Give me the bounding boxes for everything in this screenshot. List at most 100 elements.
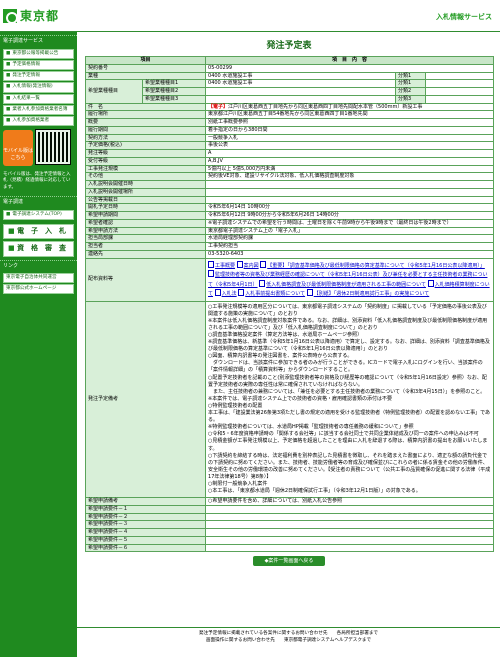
sidebar-big-button[interactable]: 資 格 審 査 <box>3 241 74 257</box>
row-label: 予定価格(税込) <box>84 141 207 151</box>
footer-line: 画面操作に関するお問い合わせ先 東京都電子調達システムヘルプデスクまで <box>205 638 372 644</box>
row-label: 入札説明会開催日時 <box>84 180 207 189</box>
sidebar-section-label: リンク <box>0 259 77 272</box>
sidebar-item[interactable]: 入札結果一覧 <box>3 93 74 104</box>
documents-cell: 工事概要 案内図 【重要】「調査基準価格及び最低制限価格の算定基準について（令和… <box>205 257 495 302</box>
row-value: 契約後VE対象、建設リサイクル法対象、低入札価格調査制度対象 <box>205 172 495 182</box>
notes-cell: ○工事発注規模等の適用区分については、東京都電子調達システムの「契約制度」に掲載… <box>205 300 495 499</box>
row-value <box>205 504 495 514</box>
tokyo-emblem-icon <box>3 9 18 25</box>
note-line: ダウンロードは、当該案件に参加できる者のみが行うことができる。ICカードで電子入… <box>208 360 483 374</box>
row-value <box>205 512 495 522</box>
document-link[interactable]: 【別紙】「週休2日制適用試行工事」の実施について <box>307 291 430 297</box>
application-notes: ○希望申請要件を含め、詳細については、別紙入札公告参照 <box>205 497 495 506</box>
sidebar-item[interactable]: 予定価格情報 <box>3 59 74 71</box>
sidebar-item[interactable]: 発注予定情報 <box>3 71 74 82</box>
document-link[interactable]: 低入札価格調査及び最低制限価格制度が適用される工事の範囲について <box>259 282 426 288</box>
mobile-note: モバイル版は、発注予定情報と入札（見積）経過情報に対応しています。 <box>3 172 71 190</box>
tokyo-logo[interactable]: 東京都 <box>3 8 60 25</box>
row-label: 発注予定備考 <box>84 300 207 499</box>
note-line: 本工事は、「建設業法第26条第3項ただし書の規定の適用を受ける監理技術者（特例監… <box>208 410 491 424</box>
row-value: 令和5年6月14日 10時00分 <box>205 203 495 213</box>
row-label: 希望業種種目2 <box>141 87 207 96</box>
row-label: 発注等級 <box>84 149 207 158</box>
row-label: 担当者 <box>84 242 207 251</box>
row-value: 工事契約担当 <box>205 242 495 251</box>
document-link[interactable]: 工事概要 <box>208 263 235 269</box>
document-link[interactable]: 案内図 <box>237 263 259 269</box>
bunrui-value <box>425 87 495 96</box>
sidebar-item[interactable]: 電子調達システム(TOP) <box>3 209 74 220</box>
bunrui-label: 分類2 <box>395 87 427 96</box>
note-line: ○見積金額が工事発注規模以上、予定価格を超過したことを理由に入札を辞退する際は、… <box>208 438 488 452</box>
sidebar-link[interactable]: 東京都公式ホームページ <box>3 283 74 294</box>
sidebar: 電子調達サービス 東京都公報等掲載公告予定価格情報発注予定情報入札情報(発注情報… <box>0 32 77 657</box>
qr-code-icon <box>35 129 71 166</box>
mobile-button[interactable]: モバイル版はこちら <box>3 130 33 167</box>
row-label: 概要 <box>84 118 207 127</box>
row-value: 東京都電子調達システム上の「電子入札」 <box>205 226 495 236</box>
note-line: ○配置予定技術者を記載のこと(別添監理技術者等の資格及び経歴等の確認について（令… <box>208 374 487 388</box>
project-name: 【電子】江戸川区東葛西五丁目地先から同区東葛西四丁目地先間配水本管（500mm）… <box>205 102 495 112</box>
detail-table: 項目項 目 内 容 契約番号 05-00299 業種 0400 水道施設工事 分類1 … <box>84 56 495 553</box>
sidebar-item[interactable]: 入札参加資格業者 <box>3 115 74 127</box>
sidebar-item[interactable]: 入札情報(発注情報) <box>3 82 74 93</box>
note-line: ※本案件では、電子調達システム上での技術者の資格・雇用確認書類の添付は不要 <box>208 395 393 402</box>
service-title: 入札情報サービス <box>436 13 492 21</box>
logo-text: 東京都 <box>20 9 60 23</box>
row-label: 入札説明会開催場所 <box>84 187 207 197</box>
row-label: 受付等級 <box>84 156 207 166</box>
note-line: また、主任技術者の兼務については、「兼任を必要とする主任技術者の業務について（令… <box>208 388 486 395</box>
sidebar-item[interactable]: 業者入札参加資格業者名簿 <box>3 104 74 115</box>
row-value: A,B,JV <box>205 156 495 166</box>
row-label: 工事発注規模 <box>84 164 207 174</box>
row-label: 希望申請要件－３ <box>84 520 207 530</box>
footer-line: 発注予定情報に掲載されている各案件に関するお問い合わせ先 各局所担当部署まで <box>198 631 379 636</box>
col-header-item: 項目 <box>84 56 207 65</box>
row-label: 開札予定日時 <box>84 203 207 213</box>
row-label: 希望申請備考 <box>84 497 207 506</box>
bunrui-value <box>425 71 495 81</box>
row-value: 東京都江戸川区東葛西五丁目54番地先から同区東葛西四丁目1番地先間 <box>205 110 495 120</box>
sidebar-menu: 東京都公報等掲載公告予定価格情報発注予定情報入札情報(発注情報)入札結果一覧業者… <box>0 47 77 128</box>
row-label: 希望申請期間 <box>84 211 207 220</box>
row-label: 連絡先 <box>84 249 207 259</box>
row-label: 希望申請方法 <box>84 226 207 236</box>
document-link[interactable]: 入札法 <box>215 291 237 297</box>
row-label: 履行場所 <box>84 110 207 120</box>
row-value: ※電子調達システムでの希望を行う時間は、土曜日を除く午前9時から午後9時まで（最… <box>205 218 495 228</box>
row-label: 希望申請要件－５ <box>84 535 207 545</box>
project-name-text: 江戸川区東葛西五丁目地先から同区東葛西四丁目地先間配水本管（500mm）新設工事 <box>228 103 423 110</box>
row-value: 別紙工事概要参照 <box>205 118 495 127</box>
row-value <box>205 187 495 197</box>
row-label: 件 名 <box>84 102 207 112</box>
row-value: 令和5年6月12日 9時00分から令和5年6月26日 14時00分 <box>205 211 495 220</box>
row-label: 希望申請要件－２ <box>84 512 207 522</box>
row-value: 事後公表 <box>205 141 495 151</box>
bunrui-value <box>425 94 495 104</box>
row-label: 履行期間 <box>84 125 207 135</box>
row-value: 水道局経理部契約課 <box>205 234 495 244</box>
document-link[interactable]: 【重要】「調査基準価格及び最低制限価格の算定基準について（令和5年1月16日公表… <box>260 263 485 269</box>
row-value: 03-5320-6403 <box>205 249 495 259</box>
row-label: 業種 <box>84 71 207 81</box>
page-title: 発注予定表 <box>266 41 312 51</box>
row-label: 希望業種種目 <box>85 79 143 104</box>
header: 東京都 入札情報サービス <box>0 0 500 32</box>
row-value <box>205 520 495 530</box>
back-to-list-button[interactable]: ◆案件一覧画面へ戻る <box>253 556 325 567</box>
row-label: その他 <box>84 172 207 182</box>
row-label: 希望申請要件－１ <box>84 504 207 514</box>
row-value <box>205 535 495 545</box>
sidebar-big-button[interactable]: 電 子 入 札 <box>3 223 74 240</box>
row-value <box>205 195 495 205</box>
mobile-area: モバイル版はこちら <box>3 129 74 168</box>
sidebar-link[interactable]: 東京電子自治体共同運営 <box>3 272 74 283</box>
sidebar-item[interactable]: 東京都公報等掲載公告 <box>3 48 74 59</box>
document-link[interactable]: 入札事前提出書類について <box>238 291 305 297</box>
note-line: ○工事発注規模等の適用区分については、東京都電子調達システムの「契約制度」に掲載… <box>208 303 487 317</box>
row-value <box>205 543 495 553</box>
kibou-value <box>205 87 397 96</box>
row-label: 公告等掲載日 <box>84 195 207 205</box>
sidebar-menu: 電子調達システム(TOP) <box>0 208 77 222</box>
